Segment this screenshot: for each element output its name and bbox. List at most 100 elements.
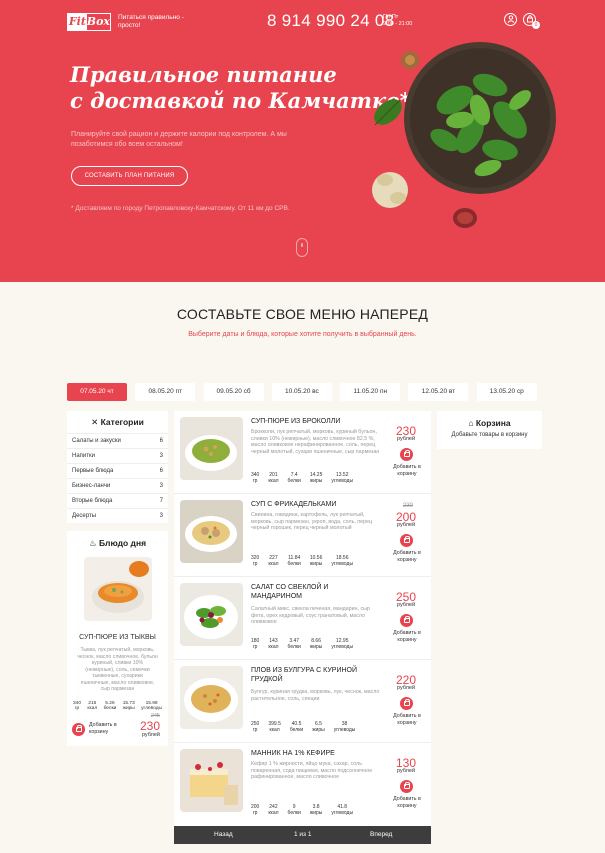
add-to-cart-label[interactable]: Добавить в корзину bbox=[388, 796, 426, 809]
nutrition-value: 12.95 углеводы bbox=[331, 638, 354, 650]
category-count: 7 bbox=[159, 498, 163, 504]
category-label: Напитки bbox=[72, 453, 95, 459]
nutrition-value: 242 ккал bbox=[268, 804, 279, 816]
date-tab[interactable]: 12.05.20 вт bbox=[408, 383, 469, 401]
category-count: 3 bbox=[159, 513, 163, 519]
menu-item-nutrition: 340 гр 201 ккал 7.4 белки 14.25 жиры 13.52 уг… bbox=[251, 472, 362, 484]
nutrition-value: 340 гр bbox=[251, 472, 260, 484]
date-tab[interactable]: 07.05.20 чт bbox=[67, 383, 127, 401]
date-tab[interactable]: 11.05.20 пн bbox=[340, 383, 401, 401]
nutrition-value: 143 ккал bbox=[268, 638, 279, 650]
add-to-cart-button[interactable] bbox=[400, 614, 413, 627]
menu-item-image[interactable] bbox=[180, 417, 243, 480]
category-count: 3 bbox=[159, 453, 163, 459]
menu-item-image[interactable] bbox=[180, 500, 243, 563]
add-to-cart-button[interactable] bbox=[400, 448, 413, 461]
scroll-mouse-icon[interactable] bbox=[296, 238, 308, 257]
menu-item-image[interactable] bbox=[180, 749, 243, 812]
category-count: 6 bbox=[159, 438, 163, 444]
menu-item-desc: Булгур, куриная грудка, морковь, лук, че… bbox=[251, 689, 380, 702]
menu-item-name[interactable]: МАННИК НА 1% КЕФИРЕ bbox=[251, 749, 379, 758]
menu-item-image[interactable] bbox=[180, 666, 243, 729]
menu-item-nutrition: 180 гр 143 ккал 3.47 белки 8.66 жиры 12.95 уг… bbox=[251, 638, 362, 650]
nutrition-value: 320 гр bbox=[251, 555, 260, 567]
category-item[interactable]: Первые блюда 6 bbox=[67, 463, 168, 478]
date-tab[interactable]: 09.05.20 сб bbox=[203, 383, 264, 401]
price-unit: рублей bbox=[396, 685, 416, 691]
menu-item-name[interactable]: СУП-ПЮРЕ ИЗ БРОКОЛЛИ bbox=[251, 417, 379, 426]
dish-of-day-actions: Добавить в корзину 245 230 рублей bbox=[72, 713, 164, 743]
menu-item-name[interactable]: СУП С ФРИКАДЕЛЬКАМИ bbox=[251, 500, 379, 509]
nutrition-value: 227 ккал bbox=[268, 555, 279, 567]
category-label: Десерты bbox=[72, 513, 97, 519]
category-label: Бизнес-ланчи bbox=[72, 483, 111, 489]
dish-of-day-title: ♨ Блюдо дня bbox=[67, 531, 168, 549]
hero-subtitle: Планируйте свой рацион и держите калории… bbox=[71, 131, 287, 148]
category-count: 3 bbox=[159, 483, 163, 489]
categories-title: ✕ Категории bbox=[67, 411, 168, 433]
dish-of-day-name: СУП-ПЮРЕ ИЗ ТЫКВЫ bbox=[79, 634, 156, 641]
nutrition-value: 15.98 углеводы bbox=[141, 700, 162, 712]
add-to-cart-label[interactable]: Добавить в корзину bbox=[388, 464, 426, 477]
add-to-cart-button[interactable] bbox=[72, 723, 85, 736]
menu-item-name[interactable]: САЛАТ СО СВЕКЛОЙ И МАНДАРИНОМ bbox=[251, 583, 379, 601]
price-unit: рублей bbox=[141, 732, 160, 738]
hero-food-illustration bbox=[372, 42, 556, 228]
next-page-button[interactable]: Вперед bbox=[370, 831, 392, 838]
page-indicator: 1 из 1 bbox=[294, 831, 312, 838]
category-item[interactable]: Салаты и закуски 6 bbox=[67, 433, 168, 448]
menu-item: СУП-ПЮРЕ ИЗ БРОКОЛЛИ Брокколи, лук репча… bbox=[174, 411, 431, 494]
cart-panel: ⌂ Корзина Добавьте товары в корзину bbox=[437, 411, 542, 449]
date-tab[interactable]: 13.05.20 ср bbox=[476, 383, 537, 401]
add-to-cart-label[interactable]: Добавить в корзину bbox=[388, 630, 426, 643]
bag-icon bbox=[75, 725, 82, 732]
dish-of-day-image[interactable] bbox=[83, 557, 152, 621]
price-unit: рублей bbox=[396, 602, 416, 608]
date-tab[interactable]: 08.05.20 пт bbox=[135, 383, 196, 401]
add-to-cart-label[interactable]: Добавить в корзину bbox=[89, 722, 129, 735]
user-icon[interactable] bbox=[504, 13, 517, 26]
add-to-cart-label[interactable]: Добавить в корзину bbox=[388, 713, 426, 726]
working-hours: Пн-Пт 9:00 - 21:00 bbox=[383, 14, 412, 28]
nutrition-value: 340 гр bbox=[73, 700, 82, 712]
category-item[interactable]: Десерты 3 bbox=[67, 508, 168, 523]
menu-item-nutrition: 250 гр 399.5 ккал 40.5 белки 6.5 жиры 38 угле… bbox=[251, 721, 364, 733]
category-item[interactable]: Напитки 3 bbox=[67, 448, 168, 463]
menu-item-image[interactable] bbox=[180, 583, 243, 646]
nutrition-value: 13.52 углеводы bbox=[331, 472, 354, 484]
nutrition-value: 10.56 жиры bbox=[309, 555, 323, 567]
make-meal-plan-button[interactable]: Составить план питания bbox=[71, 166, 188, 186]
nutrition-value: 38 углеводы bbox=[333, 721, 356, 733]
section-subtitle: Выберите даты и блюда, которые хотите по… bbox=[188, 331, 417, 338]
pagination: Назад 1 из 1 Вперед bbox=[174, 826, 431, 844]
phone-number[interactable]: 8 914 990 24 08 bbox=[267, 11, 394, 31]
bag-icon bbox=[403, 450, 410, 457]
category-label: Первые блюда bbox=[72, 468, 114, 474]
section-title: СОСТАВЬТЕ СВОЕ МЕНЮ НАПЕРЕД bbox=[176, 306, 429, 322]
bag-icon bbox=[403, 536, 410, 543]
category-item[interactable]: Вторые блюда 7 bbox=[67, 493, 168, 508]
nutrition-value: 250 гр bbox=[251, 721, 260, 733]
add-to-cart-label[interactable]: Добавить в корзину bbox=[388, 550, 426, 563]
bag-icon: ⌂ bbox=[468, 418, 476, 428]
nutrition-value: 11.84 белки bbox=[287, 555, 301, 567]
add-to-cart-button[interactable] bbox=[400, 534, 413, 547]
prev-page-button[interactable]: Назад bbox=[214, 831, 233, 838]
bag-icon bbox=[403, 616, 410, 623]
nutrition-value: 5.26 белки bbox=[103, 700, 117, 712]
cart-empty-text: Добавьте товары в корзину bbox=[451, 432, 528, 438]
bag-icon bbox=[403, 782, 410, 789]
nutrition-value: 180 гр bbox=[251, 638, 260, 650]
category-item[interactable]: Бизнес-ланчи 3 bbox=[67, 478, 168, 493]
menu-item-name[interactable]: ПЛОВ ИЗ БУЛГУРА С КУРИНОЙ ГРУДКОЙ bbox=[251, 666, 379, 684]
menu-item-nutrition: 320 гр 227 ккал 11.84 белки 10.56 жиры 18.56… bbox=[251, 555, 362, 567]
nutrition-value: 14.25 жиры bbox=[309, 472, 323, 484]
logo[interactable]: Fit Box bbox=[67, 13, 111, 31]
bag-icon bbox=[403, 699, 410, 706]
add-to-cart-button[interactable] bbox=[400, 780, 413, 793]
date-tab[interactable]: 10.05.20 вс bbox=[271, 383, 332, 401]
nutrition-value: 201 ккал bbox=[268, 472, 279, 484]
menu-item-desc: Свинина, говядина, картофель, лук репчат… bbox=[251, 512, 373, 531]
price-unit: рублей bbox=[396, 522, 416, 528]
add-to-cart-button[interactable] bbox=[400, 697, 413, 710]
